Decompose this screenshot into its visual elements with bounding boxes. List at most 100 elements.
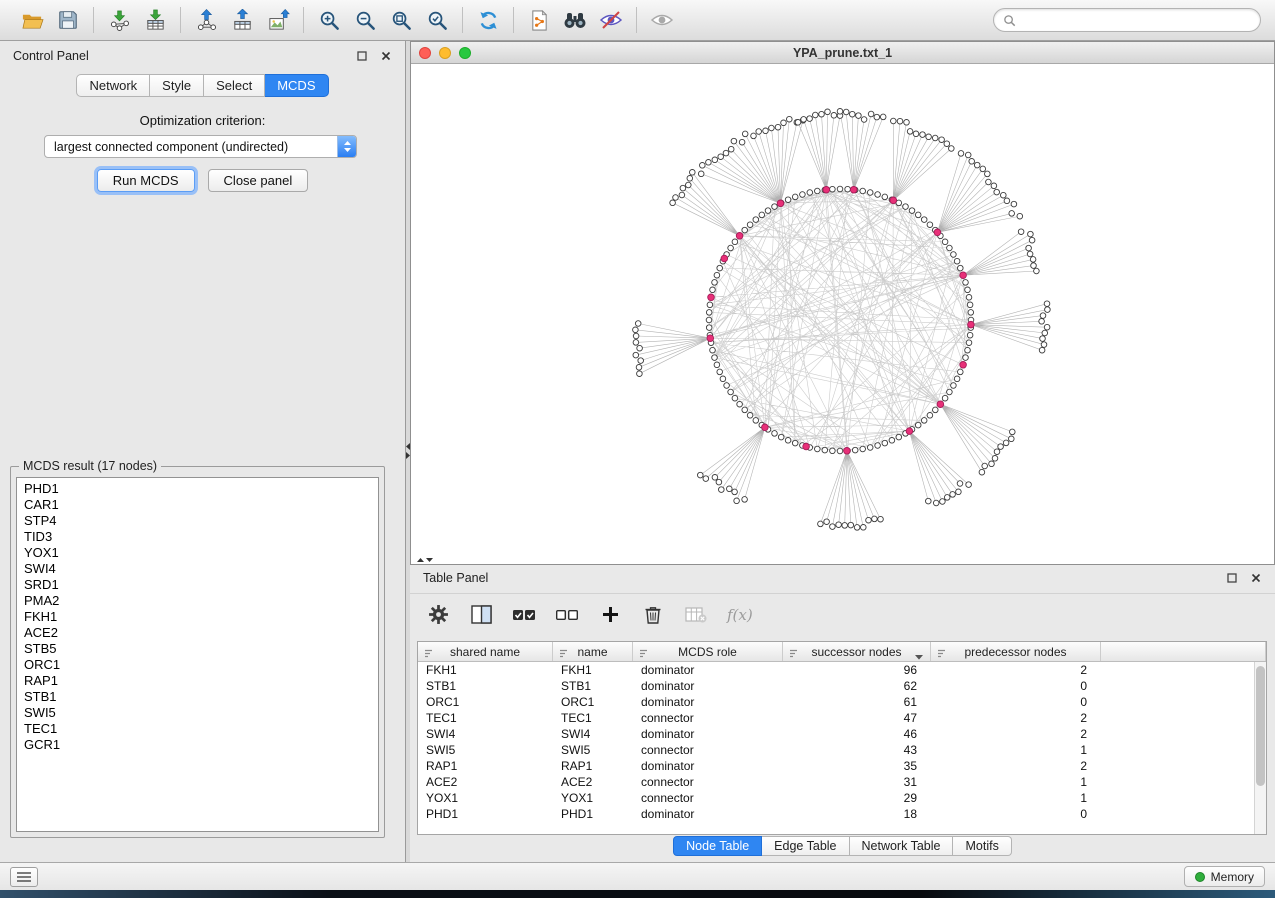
- close-panel-button[interactable]: [379, 50, 392, 63]
- table-row[interactable]: PHD1PHD1dominator180: [418, 806, 1254, 822]
- table-row[interactable]: TEC1TEC1connector472: [418, 710, 1254, 726]
- table-row[interactable]: YOX1YOX1connector291: [418, 790, 1254, 806]
- optimization-criterion-label: Optimization criterion:: [0, 113, 405, 128]
- scrollbar-thumb[interactable]: [1256, 666, 1265, 786]
- zoom-fit-button[interactable]: [383, 4, 419, 36]
- dropdown-stepper: [337, 136, 356, 157]
- run-mcds-button[interactable]: Run MCDS: [97, 169, 195, 192]
- list-item[interactable]: STP4: [17, 513, 378, 529]
- list-item[interactable]: ACE2: [17, 625, 378, 641]
- export-image-button[interactable]: [260, 4, 296, 36]
- list-item[interactable]: YOX1: [17, 545, 378, 561]
- dropdown-value: largest connected component (undirected): [54, 140, 288, 154]
- table-cell: YOX1: [553, 791, 633, 805]
- control-panel-title: Control Panel: [13, 49, 89, 63]
- close-mcds-panel-button[interactable]: Close panel: [208, 169, 309, 192]
- table-row[interactable]: ORC1ORC1dominator610: [418, 694, 1254, 710]
- column-header[interactable]: name: [553, 642, 633, 661]
- column-header-filler: [1101, 642, 1266, 661]
- import-table-button[interactable]: [137, 4, 173, 36]
- table-scrollbar[interactable]: [1254, 662, 1266, 834]
- table-row[interactable]: RAP1RAP1dominator352: [418, 758, 1254, 774]
- vertical-splitter-handle[interactable]: [404, 438, 411, 464]
- tab-style[interactable]: Style: [150, 74, 204, 97]
- list-item[interactable]: TEC1: [17, 721, 378, 737]
- window-close-button[interactable]: [419, 47, 431, 59]
- list-item[interactable]: SWI4: [17, 561, 378, 577]
- search-network-button[interactable]: [557, 4, 593, 36]
- zoom-selected-button[interactable]: [419, 4, 455, 36]
- table-row[interactable]: ACE2ACE2connector311: [418, 774, 1254, 790]
- column-header[interactable]: shared name: [418, 642, 553, 661]
- table-settings-button[interactable]: [426, 601, 450, 629]
- hide-selected-button[interactable]: [593, 4, 629, 36]
- list-item[interactable]: PHD1: [17, 481, 378, 497]
- zoom-out-icon: [354, 9, 377, 32]
- network-canvas[interactable]: [411, 64, 1274, 564]
- table-row[interactable]: SWI4SWI4dominator462: [418, 726, 1254, 742]
- column-header[interactable]: predecessor nodes: [931, 642, 1101, 661]
- tab-motifs[interactable]: Motifs: [953, 836, 1011, 856]
- save-session-button[interactable]: [50, 4, 86, 36]
- list-item[interactable]: ORC1: [17, 657, 378, 673]
- horizontal-splitter-handle[interactable]: [412, 556, 438, 564]
- unselect-all-button[interactable]: [555, 601, 579, 629]
- mcds-result-list[interactable]: PHD1CAR1STP4TID3YOX1SWI4SRD1PMA2FKH1ACE2…: [16, 477, 379, 832]
- list-item[interactable]: GCR1: [17, 737, 378, 753]
- table-cell: PHD1: [418, 807, 553, 821]
- network-window-titlebar[interactable]: YPA_prune.txt_1: [411, 42, 1274, 64]
- function-builder-button[interactable]: f(x): [727, 601, 753, 629]
- tab-mcds[interactable]: MCDS: [265, 74, 328, 97]
- list-item[interactable]: TID3: [17, 529, 378, 545]
- select-all-button[interactable]: [512, 601, 536, 629]
- open-session-button[interactable]: [14, 4, 50, 36]
- list-item[interactable]: SRD1: [17, 577, 378, 593]
- column-header[interactable]: MCDS role: [633, 642, 783, 661]
- search-input[interactable]: [1021, 13, 1251, 27]
- tab-network-table[interactable]: Network Table: [850, 836, 954, 856]
- close-icon: [381, 51, 391, 61]
- tab-edge-table[interactable]: Edge Table: [762, 836, 849, 856]
- float-panel-button[interactable]: [1225, 572, 1238, 585]
- float-panel-button[interactable]: [355, 50, 368, 63]
- column-header[interactable]: successor nodes: [783, 642, 931, 661]
- zoom-in-button[interactable]: [311, 4, 347, 36]
- export-table-button[interactable]: [224, 4, 260, 36]
- status-menu-button[interactable]: [10, 867, 38, 887]
- list-item[interactable]: PMA2: [17, 593, 378, 609]
- import-network-icon: [108, 9, 131, 32]
- delete-row-button[interactable]: [641, 601, 665, 629]
- tab-network[interactable]: Network: [76, 74, 150, 97]
- export-network-button[interactable]: [188, 4, 224, 36]
- table-row[interactable]: SWI5SWI5connector431: [418, 742, 1254, 758]
- chevron-down-icon[interactable]: [915, 649, 923, 661]
- window-minimize-button[interactable]: [439, 47, 451, 59]
- delete-table-button[interactable]: [684, 601, 708, 629]
- tab-select[interactable]: Select: [204, 74, 265, 97]
- splitter-arrows-icon: [414, 557, 436, 563]
- table-row[interactable]: STB1STB1dominator620: [418, 678, 1254, 694]
- table-row[interactable]: FKH1FKH1dominator962: [418, 662, 1254, 678]
- insert-column-button[interactable]: [469, 601, 493, 629]
- network-graph[interactable]: [411, 64, 1274, 564]
- optimization-criterion-dropdown[interactable]: largest connected component (undirected): [44, 135, 357, 158]
- add-row-button[interactable]: [598, 601, 622, 629]
- list-item[interactable]: STB5: [17, 641, 378, 657]
- main-toolbar: [0, 0, 1275, 41]
- refresh-button[interactable]: [470, 4, 506, 36]
- list-item[interactable]: STB1: [17, 689, 378, 705]
- close-panel-button[interactable]: [1249, 572, 1262, 585]
- global-search[interactable]: [993, 8, 1261, 32]
- table-cell: connector: [633, 743, 783, 757]
- zoom-out-button[interactable]: [347, 4, 383, 36]
- list-item[interactable]: RAP1: [17, 673, 378, 689]
- window-zoom-button[interactable]: [459, 47, 471, 59]
- list-item[interactable]: SWI5: [17, 705, 378, 721]
- import-network-button[interactable]: [101, 4, 137, 36]
- list-item[interactable]: FKH1: [17, 609, 378, 625]
- tab-node-table[interactable]: Node Table: [673, 836, 762, 856]
- memory-button[interactable]: Memory: [1184, 866, 1265, 887]
- list-item[interactable]: CAR1: [17, 497, 378, 513]
- share-document-button[interactable]: [521, 4, 557, 36]
- show-hidden-button[interactable]: [644, 4, 680, 36]
